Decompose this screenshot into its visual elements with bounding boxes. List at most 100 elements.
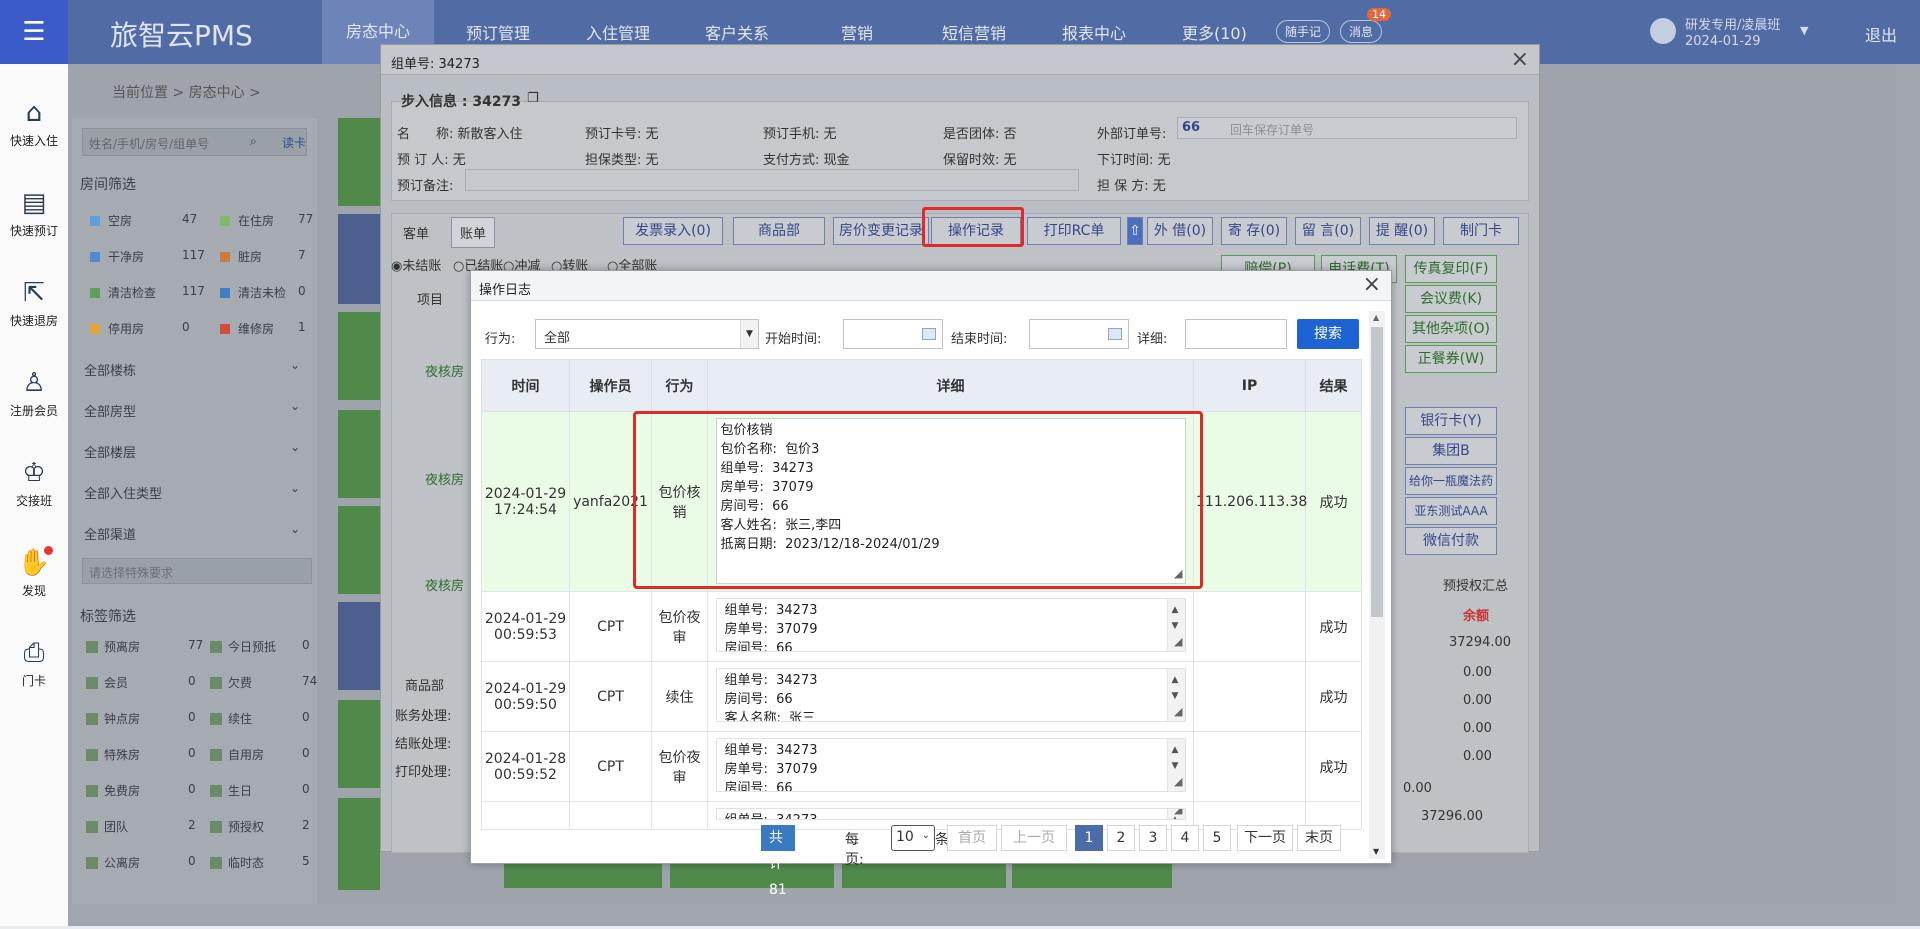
start-time-input[interactable] [843,319,943,349]
filter-dropdown-4[interactable]: 全部渠道 [84,524,136,543]
rail-shift-handover[interactable]: ♔ 交接班 [0,458,68,509]
tag-9[interactable]: 生日 [228,782,252,799]
group-b-button[interactable]: 集团B [1405,437,1497,465]
room-status-3[interactable]: 脏房 [238,248,262,265]
rail-quick-booking[interactable]: ▤ 快速预订 [0,188,68,239]
resize-handle-icon[interactable]: ◢ [1174,809,1182,819]
room-card[interactable] [338,798,380,890]
nav-marketing[interactable]: 营销 [841,20,873,44]
room-status-6[interactable]: 停用房 [108,320,144,337]
filter-dropdown-3[interactable]: 全部入住类型 [84,483,162,502]
chevron-down-icon[interactable]: ⌄ [290,440,300,454]
room-card[interactable] [338,214,380,304]
resize-handle-icon[interactable]: ◢ [1174,632,1182,651]
user-dropdown-icon[interactable]: ▼ [1800,24,1808,37]
magic-potion-button[interactable]: 给你一瓶魔法药 [1405,467,1497,495]
nav-checkin[interactable]: 入住管理 [586,20,650,44]
room-search-input[interactable]: 姓名/手机/房号/组单号 [82,128,307,156]
filter-dropdown-2[interactable]: 全部楼层 [84,442,136,461]
nav-booking[interactable]: 预订管理 [466,20,530,44]
filter-dropdown-0[interactable]: 全部楼栋 [84,360,136,379]
room-card[interactable] [338,700,380,788]
meeting-fee-button[interactable]: 会议费(K) [1405,285,1497,313]
logout-button[interactable]: 退出 [1865,22,1897,46]
resize-handle-icon[interactable]: ◢ [1174,772,1182,791]
tag-0[interactable]: 预离房 [104,638,140,655]
room-status-5[interactable]: 清洁未检 [238,284,286,301]
bill-radio-0[interactable]: ◉未结账 [391,255,441,274]
log-scrollbar[interactable]: ▲ ▼ [1369,311,1385,859]
tag-7[interactable]: 自用房 [228,746,264,763]
nav-sms[interactable]: 短信营销 [942,20,1006,44]
page-4[interactable]: 4 [1171,825,1199,851]
lend-button[interactable]: 外 借(0) [1147,217,1213,245]
page-5[interactable]: 5 [1203,825,1231,851]
make-door-card-button[interactable]: 制门卡 [1443,217,1519,245]
tag-4[interactable]: 钟点房 [104,710,140,727]
search-icon[interactable]: ⌕ [250,134,257,149]
tag-12[interactable]: 公离房 [104,854,140,871]
detail-input[interactable] [1185,319,1287,349]
room-status-2[interactable]: 干净房 [108,248,144,265]
rail-quick-checkin[interactable]: ⌂ 快速入住 [0,98,68,149]
external-order-input[interactable]: 66 回车保存订单号 [1177,117,1517,139]
deposit-button[interactable]: 寄 存(0) [1221,217,1287,245]
prev-page-button[interactable]: 上一页 [1001,825,1067,851]
room-card[interactable] [842,862,1006,888]
nav-crm[interactable]: 客户关系 [705,20,769,44]
close-icon[interactable]: × [1511,47,1529,72]
bank-card-button[interactable]: 银行卡(Y) [1405,407,1497,435]
page-1[interactable]: 1 [1075,825,1103,851]
tag-1[interactable]: 今日预抵 [228,638,276,655]
messages-button[interactable]: 消息 [1340,20,1383,43]
room-status-7[interactable]: 维修房 [238,320,274,337]
detail-textarea[interactable]: 组单号: 34273 房单号: 37079 房间号: 66 ▲ ▼ ◢ [715,738,1186,792]
room-card[interactable] [338,118,380,206]
chevron-down-icon[interactable]: ⌄ [290,481,300,495]
copy-icon[interactable]: ❐ [527,91,539,106]
per-page-select[interactable]: 10 ⌄ [891,825,935,851]
avatar[interactable] [1650,18,1676,44]
rail-discover[interactable]: ✋ 发现 [0,548,68,599]
detail-textarea[interactable]: 包价核销 包价名称: 包价3 组单号: 34273 房单号: 37079 房间号: 66… [715,418,1186,584]
room-card[interactable] [338,410,380,498]
upload-icon[interactable]: ⇧ [1127,217,1143,245]
tag-8[interactable]: 免费房 [104,782,140,799]
page-2[interactable]: 2 [1107,825,1135,851]
tab-guest[interactable]: 客单 [403,223,429,242]
remark-input[interactable] [465,169,1079,191]
meal-voucher-button[interactable]: 正餐券(W) [1405,345,1497,373]
special-requirement-select[interactable]: 请选择特殊要求 [82,558,312,584]
scroll-down-icon[interactable]: ▼ [1373,847,1379,856]
tag-11[interactable]: 预授权 [228,818,264,835]
room-status-1[interactable]: 在住房 [238,212,274,229]
tab-bill[interactable]: 账单 [451,217,496,248]
chevron-down-icon[interactable]: ⌄ [290,399,300,413]
room-status-0[interactable]: 空房 [108,212,132,229]
misc-button[interactable]: 其他杂项(O) [1405,315,1497,343]
nav-reports[interactable]: 报表中心 [1062,20,1126,44]
action-select[interactable]: 全部 ▼ [535,319,759,349]
filter-dropdown-1[interactable]: 全部房型 [84,401,136,420]
wechat-pay-button[interactable]: 微信付款 [1405,527,1497,555]
detail-textarea[interactable]: 组单号: 34273 房单号: 37079 房间号: 66 ▲ ▼ ◢ [715,598,1186,652]
chevron-down-icon[interactable]: ⌄ [290,522,300,536]
room-status-4[interactable]: 清洁检查 [108,284,156,301]
resize-handle-icon[interactable]: ◢ [1174,702,1182,721]
test-aaa-button[interactable]: 亚东测试AAA [1405,497,1497,525]
notes-button[interactable]: 随手记 [1276,20,1331,43]
reminder-button[interactable]: 提 醒(0) [1369,217,1435,245]
price-change-button[interactable]: 房价变更记录 [833,217,929,245]
room-card[interactable] [670,862,834,888]
room-card[interactable] [504,862,662,888]
calendar-icon[interactable] [922,328,936,340]
next-page-button[interactable]: 下一页 [1237,825,1293,851]
page-horizontal-scrollbar[interactable] [68,904,1920,926]
nav-more[interactable]: 更多(10) [1182,20,1247,44]
room-card[interactable] [338,506,380,594]
tag-13[interactable]: 临时态 [228,854,264,871]
resize-handle-icon[interactable]: ◢ [1174,564,1182,583]
message-button[interactable]: 留 言(0) [1295,217,1361,245]
first-page-button[interactable]: 首页 [947,825,997,851]
read-card-button[interactable]: 读卡 [282,134,306,151]
